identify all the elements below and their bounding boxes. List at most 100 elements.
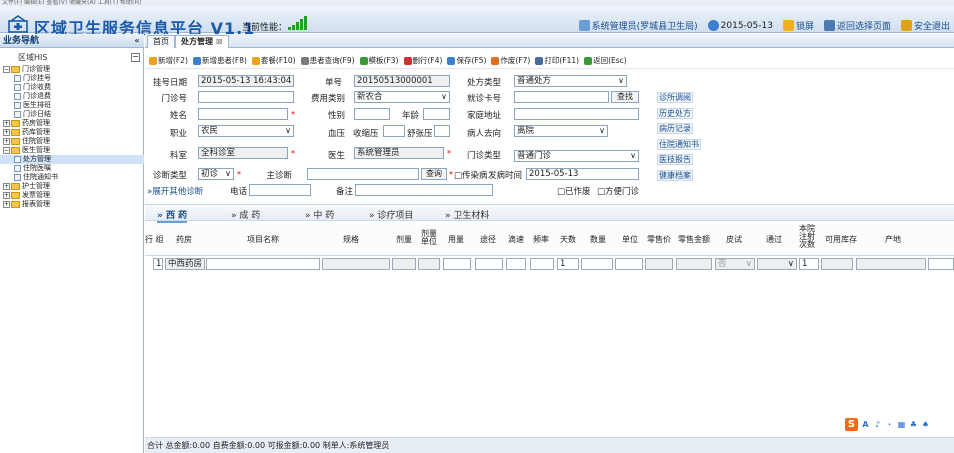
column-header[interactable]: 剂量单位 xyxy=(418,230,440,246)
toolbar-button[interactable]: 保存(F5) xyxy=(447,55,486,66)
expand-toggle-icon[interactable]: + xyxy=(3,201,10,208)
ime-icon[interactable]: ▦ xyxy=(897,420,906,429)
systolic-input[interactable] xyxy=(383,125,405,137)
content-tab[interactable]: » 卫生材料 xyxy=(445,208,489,221)
dose-cell[interactable] xyxy=(392,258,416,270)
expand-toggle-icon[interactable]: + xyxy=(3,183,10,190)
diag-type-select[interactable]: 初诊 xyxy=(198,168,234,180)
sidebar-item[interactable]: 住院通知书 xyxy=(0,173,144,182)
retail-price-cell[interactable] xyxy=(645,258,673,270)
query-button[interactable]: 查询 xyxy=(421,168,447,180)
quick-link-button[interactable]: 病历记录 xyxy=(657,123,693,134)
column-header[interactable]: 通过 xyxy=(757,235,791,244)
easy-clinic-checkbox[interactable]: □方便门诊 xyxy=(597,185,645,197)
logout-button[interactable]: 安全退出 xyxy=(900,19,950,32)
sidebar-item[interactable]: 处方管理 xyxy=(0,155,144,164)
extra-cell[interactable] xyxy=(928,258,954,270)
content-tab[interactable]: » 西 药 xyxy=(157,208,188,223)
column-header[interactable]: 天数 xyxy=(557,235,579,244)
toolbar-button[interactable]: 套餐(F10) xyxy=(251,55,296,66)
collapse-icon[interactable]: « xyxy=(132,36,142,46)
sidebar-group[interactable]: + 药库管理 xyxy=(0,128,144,137)
dept-field[interactable]: 全科诊室 xyxy=(198,147,288,159)
column-header[interactable]: 数量 xyxy=(585,235,611,244)
usage-cell[interactable] xyxy=(443,258,471,270)
toolbar-button[interactable]: 患者查询(F9) xyxy=(300,55,355,66)
subtitle-toggle-icon[interactable]: − xyxy=(131,53,140,62)
toolbar-button[interactable]: 新增(F2) xyxy=(149,55,188,66)
sidebar-group[interactable]: + 报表管理 xyxy=(0,200,144,209)
content-tab[interactable]: » 诊疗项目 xyxy=(369,208,413,221)
diastolic-input[interactable] xyxy=(434,125,450,137)
back-select-button[interactable]: 返回选择页面 xyxy=(823,19,891,32)
ime-icon[interactable]: · xyxy=(885,420,894,429)
column-header[interactable]: 皮试 xyxy=(717,235,751,244)
toolbar-button[interactable]: 作废(F7) xyxy=(491,55,530,66)
toolbar-button[interactable]: 返回(Esc) xyxy=(584,55,627,66)
main-diag-input[interactable] xyxy=(307,168,419,180)
sidebar-item[interactable]: 门诊收费 xyxy=(0,83,144,92)
expand-toggle-icon[interactable]: + xyxy=(3,129,10,136)
onset-input[interactable]: 2015-05-13 xyxy=(526,168,639,180)
sidebar-group[interactable]: + 药房管理 xyxy=(0,119,144,128)
clinic-no-input[interactable] xyxy=(198,91,294,103)
sidebar-item[interactable]: 门诊日结 xyxy=(0,110,144,119)
skin-test-select[interactable]: 否 ∨ xyxy=(715,258,755,270)
close-icon[interactable]: ⊠ xyxy=(216,37,223,46)
quantity-cell[interactable] xyxy=(581,258,613,270)
quick-link-button[interactable]: 医技报告 xyxy=(657,154,693,165)
age-input[interactable] xyxy=(423,108,450,120)
stock-cell[interactable] xyxy=(821,258,853,270)
tab-home[interactable]: 首页 xyxy=(147,35,175,48)
toolbar-button[interactable]: 新增患者(F8) xyxy=(192,55,247,66)
sidebar-item[interactable]: 医生排班 xyxy=(0,101,144,110)
sidebar-item[interactable]: 门诊退费 xyxy=(0,92,144,101)
remark-input[interactable] xyxy=(355,184,493,196)
expand-toggle-icon[interactable]: + xyxy=(3,120,10,127)
sidebar-group[interactable]: + 住院管理 xyxy=(0,137,144,146)
column-header[interactable]: 途径 xyxy=(477,235,499,244)
route-cell[interactable] xyxy=(475,258,503,270)
expand-other-diag-toggle[interactable]: »展开其他诊断 xyxy=(147,185,217,197)
no-field[interactable]: 20150513000001 xyxy=(354,75,450,87)
frequency-cell[interactable] xyxy=(530,258,554,270)
column-header[interactable]: 药房 xyxy=(173,235,195,244)
ime-icon[interactable]: A xyxy=(861,420,870,429)
toolbar-button[interactable]: 模板(F3) xyxy=(359,55,399,66)
sidebar-group[interactable]: + 发票管理 xyxy=(0,191,144,200)
column-header[interactable]: 行 组 xyxy=(145,235,164,244)
rx-type-select[interactable]: 普通处方 xyxy=(514,75,627,87)
column-header[interactable]: 频率 xyxy=(530,235,552,244)
doctor-field[interactable]: 系统管理员 xyxy=(354,147,444,159)
expand-toggle-icon[interactable]: + xyxy=(3,192,10,199)
row-number-cell[interactable]: 1 xyxy=(153,258,163,270)
clinic-type-select[interactable]: 普通门诊 xyxy=(514,150,639,162)
card-input[interactable] xyxy=(514,91,609,103)
quick-link-button[interactable]: 住院通知书 xyxy=(657,139,701,150)
column-header[interactable]: 规格 xyxy=(323,235,379,244)
content-tab[interactable]: » 中 药 xyxy=(305,208,334,221)
ime-icon[interactable]: ♠ xyxy=(921,420,930,429)
toolbar-button[interactable]: 打印(F11) xyxy=(535,55,579,66)
dest-select[interactable]: 离院 xyxy=(514,125,608,137)
tab-prescription[interactable]: 处方管理 ⊠ xyxy=(175,35,229,48)
job-select[interactable]: 农民 xyxy=(198,125,294,137)
item-name-cell[interactable] xyxy=(206,258,320,270)
days-cell[interactable]: 1 xyxy=(557,258,579,270)
addr-input[interactable] xyxy=(514,108,639,120)
content-tab[interactable]: » 成 药 xyxy=(231,208,260,221)
column-header[interactable]: 滴速 xyxy=(506,235,526,244)
injection-count-cell[interactable]: 1 xyxy=(799,258,819,270)
sidebar-group[interactable]: + 护士管理 xyxy=(0,182,144,191)
retail-amount-cell[interactable] xyxy=(676,258,712,270)
name-input[interactable] xyxy=(198,108,288,120)
quick-link-button[interactable]: 诊所调阅 xyxy=(657,92,693,103)
search-button[interactable]: 查找 xyxy=(611,91,639,103)
sidebar-item[interactable]: 门诊挂号 xyxy=(0,74,144,83)
sidebar-group[interactable]: − 门诊管理 xyxy=(0,65,144,74)
quick-link-button[interactable]: 健康档案 xyxy=(657,170,693,181)
column-header[interactable]: 用量 xyxy=(445,235,467,244)
column-header[interactable]: 剂量 xyxy=(394,235,414,244)
fee-type-select[interactable]: 新农合 xyxy=(354,91,450,103)
column-header[interactable]: 零售金额 xyxy=(675,235,713,244)
